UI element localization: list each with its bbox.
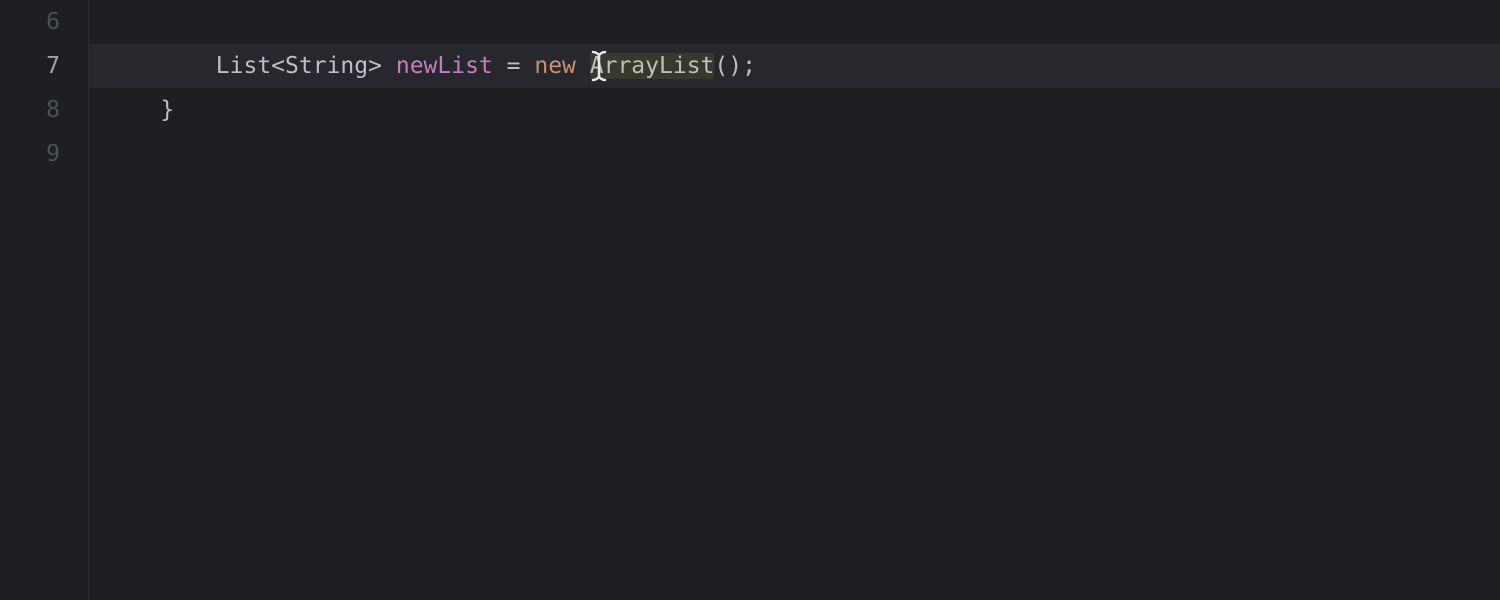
code-line-6[interactable] <box>89 0 1500 44</box>
line-number-current: 7 <box>0 44 88 88</box>
line-number: 9 <box>0 132 88 176</box>
token-semicolon: ; <box>742 53 756 79</box>
token-punct: () <box>714 53 742 79</box>
code-line-9[interactable] <box>89 132 1500 176</box>
line-number: 8 <box>0 88 88 132</box>
token-class-highlighted: ArrayList <box>590 53 715 79</box>
indent <box>105 97 160 123</box>
line-number-gutter: 6 7 8 9 <box>0 0 88 600</box>
token-operator: = <box>507 53 521 79</box>
token-punct: > <box>368 53 382 79</box>
token-type: List <box>216 53 271 79</box>
token-punct: < <box>271 53 285 79</box>
code-line-7[interactable]: List<String> newList = new ArrayList(); <box>89 44 1500 88</box>
line-number: 6 <box>0 0 88 44</box>
code-editor[interactable]: List<String> newList = new ArrayList(); … <box>88 0 1500 600</box>
code-line-8[interactable]: } <box>89 88 1500 132</box>
token-variable: newList <box>396 53 493 79</box>
token-keyword: new <box>534 53 576 79</box>
indent <box>105 53 216 79</box>
token-brace: } <box>160 97 174 123</box>
token-type: String <box>285 53 368 79</box>
